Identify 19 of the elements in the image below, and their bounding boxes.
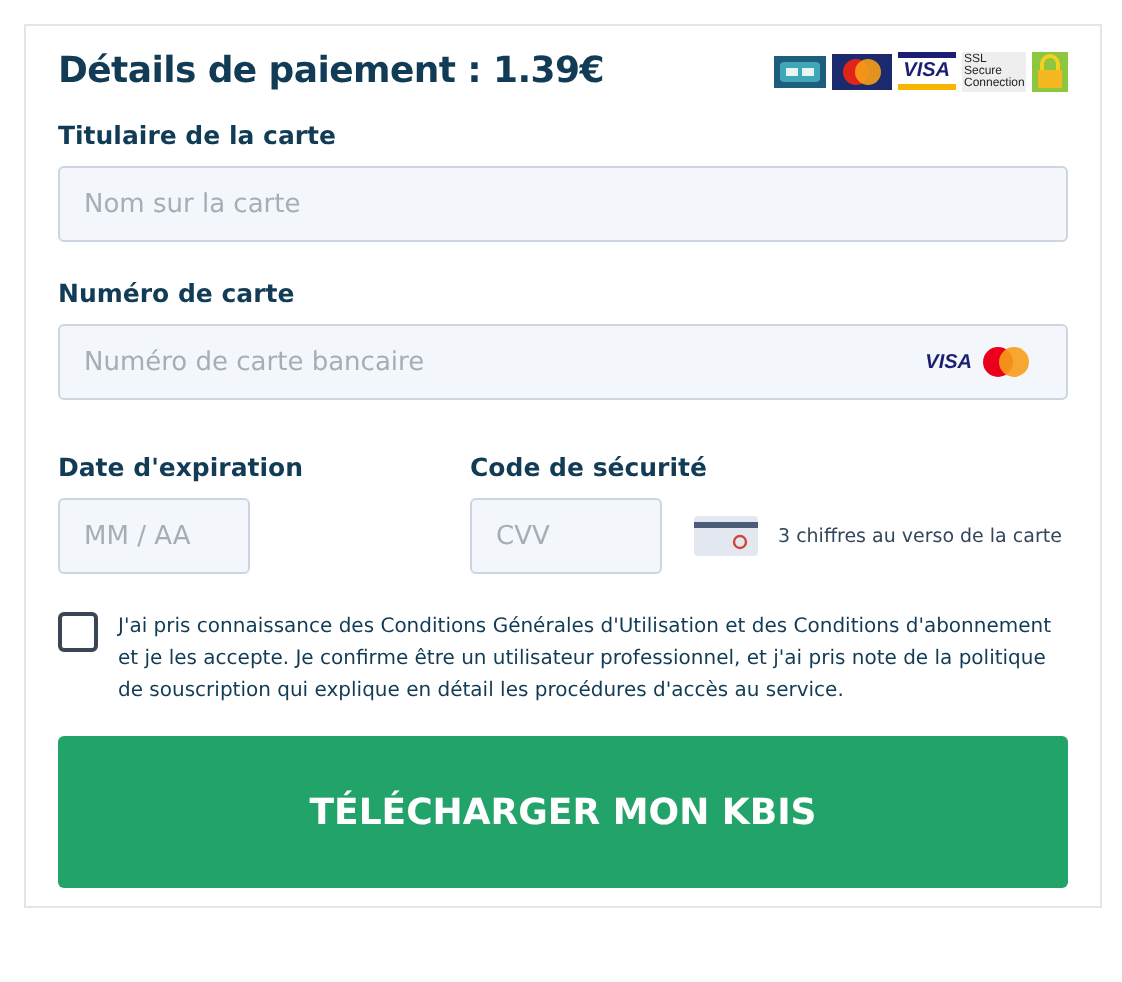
payment-title: Détails de paiement : 1.39€ — [58, 50, 604, 92]
field-label: Date d'expiration — [58, 452, 306, 482]
field-label: Numéro de carte — [58, 278, 297, 308]
expiry-field[interactable]: MM / AA — [58, 498, 250, 574]
mastercard-icon — [982, 346, 1030, 378]
terms-checkbox[interactable] — [58, 612, 98, 652]
cardholder-field[interactable]: Nom sur la carte — [58, 166, 1068, 242]
cvv-hint: 3 chiffres au verso de la carte — [778, 525, 1062, 547]
card-back-icon — [694, 516, 758, 556]
field-label: Code de sécurité — [470, 452, 709, 482]
cb-logo — [773, 55, 826, 87]
visa-logo: VISA — [925, 351, 972, 373]
mastercard-logo — [831, 53, 892, 89]
download-button[interactable]: TÉLÉCHARGER MON KBIS — [58, 736, 1068, 888]
visa-logo: VISA — [897, 52, 956, 90]
terms-text: J'ai pris connaissance des Conditions Générales d'Utilisation et des Conditions d'abonnement et je les accepte. Je confirme être un utilisateur professionnel, et j'ai pris note de la politique de souscription qui explique en détail les procédures d'accès au service. — [118, 614, 1054, 706]
cvv-field[interactable]: CVV — [470, 498, 662, 574]
padlock-icon — [1032, 51, 1068, 91]
field-label: Titulaire de la carte — [58, 120, 338, 150]
